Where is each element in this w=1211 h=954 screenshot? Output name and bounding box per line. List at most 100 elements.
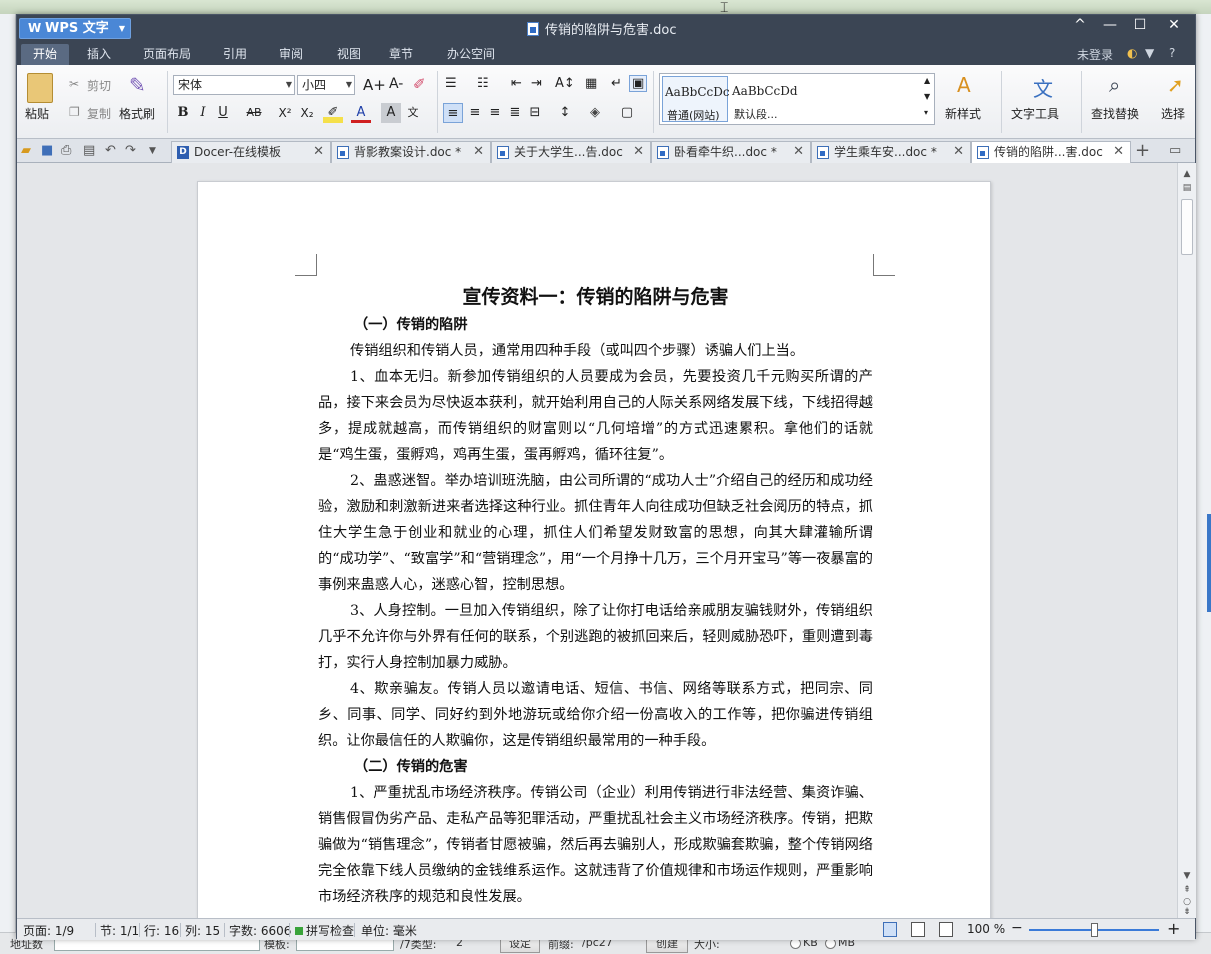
minimize-button[interactable]: — — [1095, 17, 1125, 33]
zoom-slider-thumb[interactable] — [1091, 923, 1098, 937]
tab-view[interactable]: 视图 — [325, 44, 373, 65]
increase-indent-icon[interactable]: ⇥ — [531, 76, 542, 91]
document-body[interactable]: 宣传资料一：传销的陷阱与危害 （一）传销的陷阱 传销组织和传销人员，通常用四种手… — [318, 282, 873, 910]
table-grid-icon[interactable]: ▦ — [585, 76, 597, 91]
outline-view-icon[interactable] — [939, 922, 953, 937]
close-tab-icon[interactable]: ✕ — [793, 142, 804, 162]
align-justify-icon[interactable]: ≣ — [505, 103, 525, 123]
find-replace-button[interactable]: 查找替换 — [1091, 105, 1139, 122]
font-name-select[interactable]: 宋体 ▼ — [173, 75, 295, 95]
doc-tab-active[interactable]: 传销的陷阱...害.doc ✕ — [971, 141, 1131, 164]
shirt-icon[interactable]: ▼ — [1145, 46, 1154, 60]
strikethrough-button[interactable]: AB — [241, 103, 267, 123]
quick-access-dropdown-icon[interactable]: ▼ — [149, 146, 156, 156]
zoom-in-icon[interactable]: + — [1167, 919, 1180, 938]
new-style-button[interactable]: 新样式 — [945, 105, 981, 122]
scroll-up-icon[interactable]: ▲ — [1178, 169, 1196, 179]
clear-format-icon[interactable]: ✐ — [413, 75, 426, 93]
new-style-icon[interactable]: A — [957, 73, 971, 97]
copy-button[interactable]: 复制 — [87, 105, 111, 122]
format-painter-icon[interactable]: ✎ — [129, 73, 146, 97]
vertical-scrollbar[interactable]: ▲ ▤ ▼ ⇞ ○ ⇟ — [1177, 163, 1196, 918]
zoom-level[interactable]: 100 % — [967, 922, 1005, 936]
paste-button[interactable]: 粘贴 — [25, 105, 49, 122]
font-size-select[interactable]: 小四 ▼ — [297, 75, 355, 95]
highlight-icon[interactable]: ✐ — [323, 103, 343, 123]
format-painter-button[interactable]: 格式刷 — [119, 105, 155, 122]
browse-object-icon[interactable]: ○ — [1178, 897, 1196, 907]
close-tab-icon[interactable]: ✕ — [313, 142, 324, 162]
binoculars-icon[interactable]: ⌕ — [1109, 73, 1120, 97]
tab-start[interactable]: 开始 — [21, 44, 70, 65]
save-icon[interactable]: ■ — [41, 143, 53, 158]
app-menu-button[interactable]: W WPS 文字 ▼ — [19, 18, 131, 39]
reading-view-icon[interactable] — [911, 922, 925, 937]
decrease-indent-icon[interactable]: ⇤ — [511, 76, 522, 91]
tab-menu-icon[interactable]: ▭ — [1169, 143, 1181, 158]
cut-icon[interactable]: ✂ — [69, 77, 79, 91]
next-page-icon[interactable]: ⇟ — [1178, 907, 1196, 917]
grow-font-button[interactable]: A+ — [363, 76, 386, 94]
tab-chapter[interactable]: 章节 — [377, 44, 425, 65]
show-marks-icon[interactable]: ↵ — [611, 76, 622, 91]
collapse-ribbon-button[interactable]: ^ — [1065, 17, 1095, 33]
paste-icon[interactable] — [27, 73, 53, 103]
spell-check-toggle[interactable]: 拼写检查 — [295, 922, 354, 939]
align-center-icon[interactable]: ≡ — [465, 103, 485, 123]
close-tab-icon[interactable]: ✕ — [1113, 142, 1124, 162]
tab-review[interactable]: 审阅 — [267, 44, 315, 65]
tab-page-layout[interactable]: 页面布局 — [131, 44, 203, 65]
bullet-list-icon[interactable]: ☰ — [445, 76, 457, 91]
close-tab-icon[interactable]: ✕ — [953, 142, 964, 162]
page-view-icon[interactable] — [883, 922, 897, 937]
gallery-down-icon[interactable]: ▼ — [924, 92, 930, 101]
doc-tab[interactable]: 学生乘车安...doc * ✕ — [811, 141, 971, 163]
tab-insert[interactable]: 插入 — [75, 44, 123, 65]
status-page[interactable]: 页面: 1/9 — [23, 922, 74, 939]
help-button[interactable]: ? — [1169, 46, 1175, 60]
gallery-up-icon[interactable]: ▲ — [924, 76, 930, 85]
paragraph-marks-toggle-icon[interactable]: ▣ — [629, 75, 648, 92]
subscript-button[interactable]: X₂ — [297, 103, 317, 123]
italic-button[interactable]: I — [193, 103, 213, 123]
align-right-icon[interactable]: ≡ — [485, 103, 505, 123]
border-icon[interactable]: ▢ — [617, 103, 637, 123]
font-color-button[interactable]: A — [351, 103, 371, 123]
close-button[interactable]: ✕ — [1159, 17, 1189, 33]
style-default-paragraph[interactable]: AaBbCcDd 默认段... — [730, 76, 840, 122]
select-cursor-icon[interactable]: ➚ — [1167, 73, 1184, 97]
login-status[interactable]: 未登录 — [1077, 46, 1113, 63]
status-word-count[interactable]: 字数: 6606 — [229, 922, 291, 939]
skin-icon[interactable]: ◐ — [1127, 46, 1137, 60]
prev-page-icon[interactable]: ⇞ — [1178, 885, 1196, 895]
bold-button[interactable]: B — [173, 103, 193, 123]
shrink-font-button[interactable]: A- — [389, 76, 403, 92]
char-shading-button[interactable]: A — [381, 103, 401, 123]
gallery-expand-icon[interactable]: ▾ — [924, 108, 928, 117]
undo-icon[interactable]: ↶ — [105, 143, 116, 158]
phonetic-guide-icon[interactable]: 文 — [403, 103, 423, 123]
tab-office-space[interactable]: 办公空间 — [435, 44, 507, 65]
document-page[interactable]: 宣传资料一：传销的陷阱与危害 （一）传销的陷阱 传销组织和传销人员，通常用四种手… — [197, 181, 991, 918]
underline-button[interactable]: U — [213, 103, 233, 123]
status-unit[interactable]: 单位: 毫米 — [361, 922, 417, 939]
page-tools-icon[interactable]: ▤ — [1178, 183, 1196, 193]
text-direction-icon[interactable]: A↕ — [555, 76, 575, 91]
select-button[interactable]: 选择 — [1161, 105, 1185, 122]
cut-button[interactable]: 剪切 — [87, 77, 111, 94]
align-left-icon[interactable]: ≡ — [443, 103, 463, 123]
copy-icon[interactable]: ❐ — [69, 105, 80, 119]
numbered-list-icon[interactable]: ☷ — [477, 76, 489, 91]
doc-tab[interactable]: D Docer-在线模板 ✕ — [171, 141, 331, 163]
doc-tab[interactable]: 背影教案设计.doc * ✕ — [331, 141, 491, 163]
maximize-button[interactable]: ☐ — [1125, 17, 1155, 33]
shading-icon[interactable]: ◈ — [585, 103, 605, 123]
open-folder-icon[interactable]: ▰ — [21, 143, 31, 158]
print-icon[interactable]: ⎙ — [61, 143, 71, 158]
scroll-down-icon[interactable]: ▼ — [1178, 871, 1196, 881]
doc-tab[interactable]: 卧看牵牛织...doc * ✕ — [651, 141, 811, 163]
redo-icon[interactable]: ↷ — [125, 143, 136, 158]
new-tab-plus-icon[interactable]: + — [1135, 140, 1150, 161]
superscript-button[interactable]: X² — [275, 103, 295, 123]
distributed-align-icon[interactable]: ⊟ — [525, 103, 545, 123]
